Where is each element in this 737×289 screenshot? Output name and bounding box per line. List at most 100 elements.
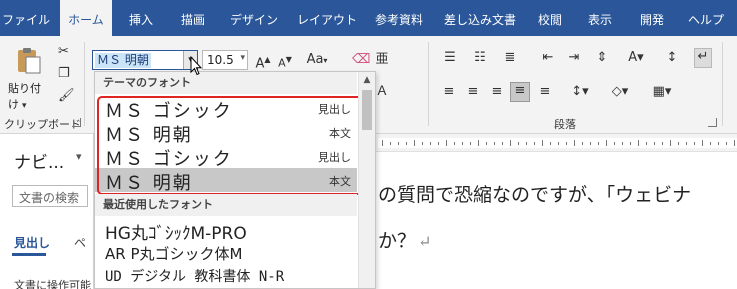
align-center-icon[interactable]: ≡ (464, 84, 482, 100)
dropdown-scrollbar[interactable]: ▲ (358, 72, 375, 288)
bullets-icon[interactable]: ☰ (440, 50, 460, 66)
navigation-options-chevron-icon[interactable]: ▾ (76, 150, 82, 163)
tab-review[interactable]: 校閲 (528, 0, 572, 36)
document-text-line[interactable]: の質問で恐縮なのですが、「ウェビナ (378, 180, 691, 207)
ruler-tick (654, 142, 655, 145)
ruler-tick (390, 142, 391, 145)
paste-button[interactable]: 貼り付け (8, 44, 50, 111)
ruler-tick (526, 142, 527, 145)
font-option[interactable]: ＭＳ ゴシック 見出し (95, 96, 357, 122)
paste-dropdown-icon[interactable]: ▾ (22, 98, 27, 114)
align-left-icon[interactable]: ≡ (440, 84, 458, 100)
multilevel-list-icon[interactable]: ≣ (500, 50, 520, 66)
increase-indent-icon[interactable]: ⇥ (566, 50, 582, 66)
ruler-tick (502, 142, 503, 145)
document-area[interactable]: の質問で恐縮なのですが、「ウェビナ か？ ↵ (360, 134, 737, 289)
cut-icon[interactable]: ✂ (58, 44, 69, 60)
format-painter-icon[interactable]: 🖌 (58, 88, 75, 104)
font-option[interactable]: ＭＳ ゴシック 見出し (95, 144, 357, 170)
grow-font-icon[interactable]: A▲ (254, 52, 272, 72)
ruler-tick (470, 142, 471, 145)
shrink-font-icon[interactable]: A▼ (276, 52, 294, 72)
font-option-tag: 見出し (318, 151, 351, 164)
font-size-combobox[interactable]: 10.5 ▾ (202, 50, 248, 70)
clipboard-group-label: クリップボード (4, 118, 81, 131)
tab-developer[interactable]: 開発 (630, 0, 674, 36)
ruler-tick (710, 142, 711, 145)
font-size-dropdown-icon[interactable]: ▾ (240, 53, 245, 63)
ruler-tick (678, 142, 679, 145)
mouse-cursor-icon (190, 56, 202, 76)
tab-view[interactable]: 表示 (578, 0, 622, 36)
scroll-up-icon[interactable]: ▲ (359, 72, 375, 88)
font-option[interactable]: UD デジタル 教科書体 N-R (95, 265, 357, 288)
paragraph-launcher-icon[interactable] (708, 118, 717, 127)
navigation-search-input[interactable]: 文書の検索 (12, 185, 88, 207)
ruler-tick (662, 142, 663, 145)
ruler-tick (590, 142, 591, 145)
ruler-tick (614, 142, 615, 145)
phonetic-guide-icon[interactable]: 亜 (374, 52, 390, 68)
font-option[interactable]: ＭＳ 明朝 本文 (95, 120, 357, 146)
distribute-icon[interactable]: ⇕ (590, 50, 614, 66)
ruler-tick (486, 142, 487, 145)
ruler-tick (726, 142, 727, 145)
asian-layout-icon[interactable]: A▾ (624, 50, 648, 66)
tab-pages[interactable]: ペ (74, 234, 86, 251)
distributed-icon[interactable]: ≡ (536, 84, 554, 100)
shading-icon[interactable]: ◇▾ (606, 84, 634, 100)
tab-file[interactable]: ファイル (0, 0, 52, 36)
show-marks-icon[interactable]: ↵ (694, 48, 712, 68)
ruler-tick (702, 140, 703, 146)
ruler-tick (534, 142, 535, 145)
copy-icon[interactable]: ❐ (58, 66, 70, 82)
font-name-value: ＭＳ 明朝 (95, 53, 151, 68)
ruler-tick (646, 142, 647, 145)
align-right-icon[interactable]: ≡ (488, 84, 506, 100)
clipboard-launcher-icon[interactable] (72, 118, 81, 127)
ruler-tick (478, 140, 479, 146)
font-dropdown-list[interactable]: テーマのフォント ＭＳ ゴシック 見出し ＭＳ 明朝 本文 ＭＳ ゴシック 見出… (94, 71, 376, 289)
line-spacing-icon[interactable]: ↕▾ (568, 84, 592, 100)
change-case-icon[interactable]: Aa▾ (304, 52, 330, 69)
tab-home[interactable]: ホーム (60, 0, 112, 37)
horizontal-ruler[interactable] (360, 134, 737, 152)
navigation-pane: ナビ... ▾ 文書の検索 見出し ペ 文書に操作可能 (0, 134, 94, 289)
font-name-combobox[interactable]: ＭＳ 明朝 ▾ (92, 50, 198, 70)
tab-layout[interactable]: レイアウト (290, 0, 364, 36)
clear-formatting-icon[interactable]: ⌫ (352, 52, 370, 68)
numbering-icon[interactable]: ☷ (470, 50, 490, 66)
tab-headings[interactable]: 見出し (14, 234, 50, 251)
tab-insert[interactable]: 挿入 (118, 0, 164, 36)
font-option-name: UD デジタル 教科書体 N-R (105, 269, 285, 285)
justify-icon[interactable]: ≡ (510, 82, 530, 102)
sort-icon[interactable]: ↕ (664, 50, 680, 66)
ruler-tick (630, 142, 631, 145)
paragraph-mark: ↵ (418, 232, 432, 251)
ruler-tick (550, 142, 551, 145)
borders-icon[interactable]: ▦▾ (648, 84, 676, 100)
font-option[interactable]: AR P丸ゴシック体M (95, 242, 357, 266)
ruler-tick (718, 142, 719, 145)
ruler-tick (566, 142, 567, 145)
decrease-indent-icon[interactable]: ⇤ (540, 50, 556, 66)
font-option[interactable]: HG丸ｺﾞｼｯｸM-PRO (95, 218, 357, 244)
group-separator (84, 42, 85, 126)
navigation-pane-title[interactable]: ナビ... (14, 148, 64, 173)
tab-help[interactable]: ヘルプ (680, 0, 732, 36)
tab-mailings[interactable]: 差し込み文書 (436, 0, 524, 36)
ruler-tick (686, 142, 687, 145)
ruler-tick (494, 142, 495, 145)
ribbon-tab-bar: ファイル ホーム 挿入 描画 デザイン レイアウト 参考資料 差し込み文書 校閲… (0, 0, 737, 37)
ruler-tick (510, 140, 511, 146)
tab-draw[interactable]: 描画 (166, 0, 220, 36)
document-text: か？ (378, 230, 417, 252)
tab-references[interactable]: 参考資料 (368, 0, 430, 36)
ruler-tick (734, 140, 735, 146)
ruler-tick (422, 142, 423, 145)
document-text-line[interactable]: か？ ↵ (378, 226, 431, 253)
scrollbar-thumb[interactable] (362, 90, 372, 130)
enclose-characters-icon[interactable]: Ａ (374, 84, 390, 100)
font-option-selected[interactable]: ＭＳ 明朝 本文 (95, 168, 357, 194)
tab-design[interactable]: デザイン (222, 0, 286, 36)
